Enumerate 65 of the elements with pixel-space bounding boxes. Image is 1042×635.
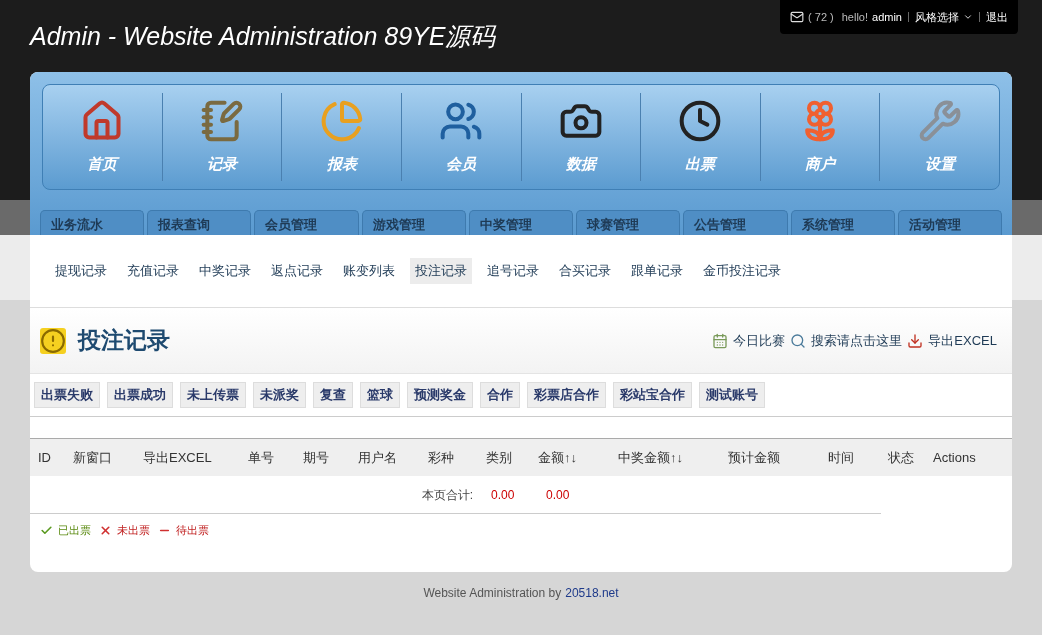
column-header: 状态 [888, 448, 915, 467]
column-header: 金额↑↓ [538, 448, 578, 467]
sub-nav-link[interactable]: 返点记录 [266, 258, 328, 284]
column-header: 时间 [828, 448, 855, 467]
clock-icon [678, 98, 723, 143]
style-menu[interactable]: 风格选择 [915, 8, 959, 26]
column-header: 用户名 [358, 448, 398, 467]
column-header: 新窗口 [73, 448, 113, 467]
total-label: 本页合计: [420, 486, 473, 504]
search-icon [790, 332, 807, 349]
pie-chart-icon [319, 98, 364, 143]
caret-icon [963, 12, 973, 22]
sub-nav-link[interactable]: 账变列表 [338, 258, 400, 284]
filter-button[interactable]: 篮球 [360, 382, 400, 408]
filter-button[interactable]: 彩票店合作 [527, 382, 606, 408]
action-link[interactable]: 导出EXCEL [928, 330, 997, 351]
column-header: 彩种 [428, 448, 455, 467]
sub-nav-link[interactable]: 投注记录 [410, 258, 472, 284]
notepad-icon [199, 98, 244, 143]
cross-icon [99, 523, 112, 537]
column-header: 期号 [303, 448, 330, 467]
sub-nav-link[interactable]: 追号记录 [482, 258, 544, 284]
calendar-icon [712, 332, 729, 349]
user-name: admin [872, 9, 902, 25]
action-link[interactable]: 今日比赛 [733, 330, 786, 351]
footer-text: Website Administration by [423, 585, 562, 602]
check-icon [40, 523, 53, 537]
sub-nav-link[interactable]: 金币投注记录 [698, 258, 786, 284]
column-header: 类别 [486, 448, 513, 467]
warning-icon [40, 327, 66, 354]
filter-button[interactable]: 测试账号 [699, 382, 765, 408]
site-title: Admin - Website Administration 89YE源码 [30, 22, 496, 50]
filter-button[interactable]: 出票失败 [34, 382, 100, 408]
column-header: 预计金额 [728, 448, 781, 467]
page-title: 投注记录 [78, 326, 170, 356]
sub-nav-link[interactable]: 合买记录 [554, 258, 616, 284]
column-header: ID [38, 448, 52, 467]
column-header: 导出EXCEL [143, 448, 213, 467]
mail-icon[interactable] [790, 10, 805, 24]
filter-button[interactable]: 合作 [480, 382, 520, 408]
total-amount: 0.00 [491, 486, 516, 504]
sub-nav-link[interactable]: 跟单记录 [626, 258, 688, 284]
sub-nav-link[interactable]: 中奖记录 [194, 258, 256, 284]
action-link[interactable]: 搜索请点击这里 [811, 330, 903, 351]
filter-button[interactable]: 复查 [313, 382, 353, 408]
filter-button[interactable]: 彩站宝合作 [613, 382, 692, 408]
greeting: hello! [841, 9, 869, 25]
filter-button[interactable]: 预测奖金 [407, 382, 473, 408]
wrench-icon [917, 98, 962, 143]
legend-label: 已出票 [58, 523, 91, 538]
filter-button[interactable]: 出票成功 [107, 382, 173, 408]
message-count[interactable]: ( 72 ) [808, 8, 834, 26]
sub-nav-link[interactable]: 充值记录 [122, 258, 184, 284]
column-header: 单号 [248, 448, 275, 467]
total-prize: 0.00 [546, 486, 570, 504]
filter-button[interactable]: 未上传票 [180, 382, 246, 408]
sub-nav-link[interactable]: 提现记录 [50, 258, 112, 284]
column-header: Actions [933, 448, 977, 467]
footer-link[interactable]: 20518.net [565, 584, 619, 602]
legend-label: 未出票 [117, 523, 150, 538]
filter-button[interactable]: 未派奖 [253, 382, 306, 408]
column-header: 中奖金额↑↓ [618, 448, 684, 467]
logout-link[interactable]: 退出 [986, 8, 1008, 26]
legend-label: 待出票 [176, 523, 209, 538]
export-icon [907, 332, 924, 349]
